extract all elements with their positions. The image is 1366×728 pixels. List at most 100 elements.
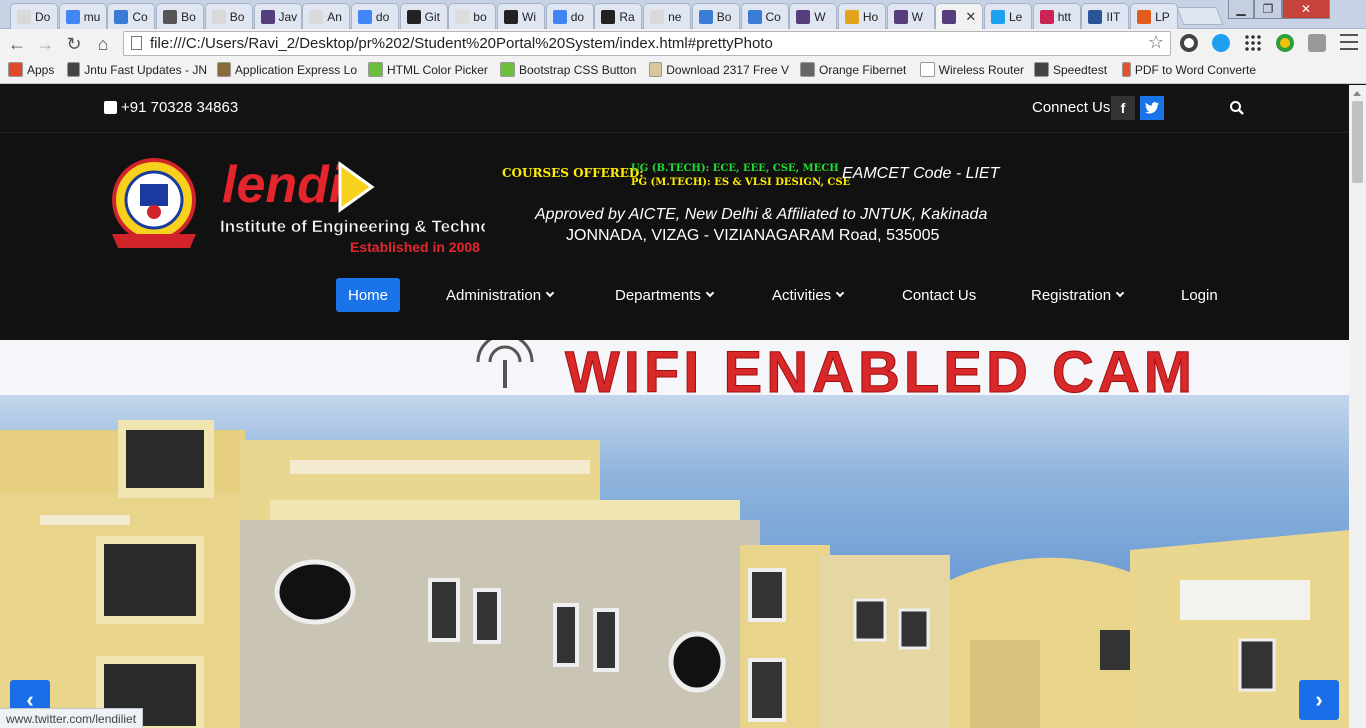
skype-extension-icon[interactable]: [1212, 34, 1230, 52]
bookmark-item[interactable]: Jntu Fast Updates - JN: [67, 62, 207, 77]
apps-grid-icon[interactable]: [1244, 34, 1262, 52]
bookmark-item[interactable]: HTML Color Picker: [368, 62, 488, 77]
nav-item-contact-us[interactable]: Contact Us: [902, 278, 976, 312]
bookmark-label: Bootstrap CSS Button: [519, 62, 637, 77]
address-url: file:///C:/Users/Ravi_2/Desktop/pr%202/S…: [150, 35, 773, 52]
browser-tab[interactable]: Ho: [837, 3, 886, 29]
opera-extension-icon[interactable]: [1180, 34, 1198, 52]
tab-favicon-icon: [455, 9, 470, 24]
search-icon[interactable]: [1229, 100, 1245, 116]
bookmark-label: Wireless Router: [938, 62, 1024, 77]
tab-title: Bo: [716, 9, 732, 24]
browser-tab[interactable]: Do: [10, 3, 58, 29]
home-button[interactable]: ⌂: [90, 32, 116, 56]
tab-title: Git: [424, 9, 440, 24]
nav-item-login[interactable]: Login: [1181, 278, 1218, 312]
browser-tab[interactable]: Le: [984, 3, 1032, 29]
bookmark-item[interactable]: Application Express Lo: [217, 62, 357, 77]
browser-tab[interactable]: Bo: [156, 3, 205, 29]
nav-label: Registration: [1031, 286, 1112, 304]
new-tab-button[interactable]: [1176, 7, 1224, 25]
chevron-down-icon: [705, 288, 715, 298]
bookmark-item[interactable]: Bootstrap CSS Button: [500, 62, 636, 77]
tab-title: ne: [668, 9, 682, 24]
browser-tab[interactable]: Co: [740, 3, 789, 29]
nav-label: Login: [1181, 286, 1218, 304]
bookmark-item[interactable]: PDF to Word Converte: [1122, 62, 1256, 77]
minimize-button[interactable]: ▁: [1228, 0, 1254, 19]
browser-tab[interactable]: mu: [58, 3, 107, 29]
page-scrollbar[interactable]: [1349, 85, 1366, 728]
bookmark-item[interactable]: Wireless Router: [920, 62, 1024, 77]
tab-favicon-icon: [844, 9, 859, 24]
back-button[interactable]: ←: [4, 32, 30, 56]
chevron-down-icon: [835, 288, 845, 298]
bookmark-item[interactable]: Download 2317 Free V: [649, 62, 789, 77]
tab-favicon-icon: [747, 9, 762, 24]
browser-tab[interactable]: Jav: [253, 3, 302, 29]
bookmarks-bar: Apps Jntu Fast Updates - JN Application Ex…: [0, 58, 1366, 84]
browser-tab[interactable]: bo: [448, 3, 497, 29]
browser-tab[interactable]: do: [350, 3, 399, 29]
browser-tab[interactable]: do: [545, 3, 594, 29]
bookmark-item[interactable]: Orange Fibernet: [800, 62, 906, 77]
browser-tab[interactable]: ne: [643, 3, 692, 29]
page-icon: [131, 36, 142, 50]
tab-title: An: [327, 9, 342, 24]
nav-item-home[interactable]: Home: [336, 278, 401, 312]
twitter-icon[interactable]: [1140, 96, 1164, 120]
address-bar[interactable]: file:///C:/Users/Ravi_2/Desktop/pr%202/S…: [123, 31, 1171, 56]
tab-title: Do: [35, 9, 51, 24]
tab-favicon-icon: [406, 9, 421, 24]
scroll-up-arrow[interactable]: [1353, 91, 1361, 96]
nav-item-administration[interactable]: Administration: [446, 278, 555, 312]
bookmark-item[interactable]: Speedtest: [1034, 62, 1107, 77]
tab-favicon-icon: [163, 9, 178, 24]
browser-tab[interactable]: Git: [399, 3, 448, 29]
tab-title: mu: [83, 9, 101, 24]
gray-extension-icon[interactable]: [1308, 34, 1326, 52]
bookmark-label: Application Express Lo: [234, 62, 357, 77]
forward-button[interactable]: →: [32, 32, 58, 56]
bookmark-favicon-icon: [920, 62, 935, 77]
close-window-button[interactable]: ✕: [1282, 0, 1330, 19]
nav-item-registration[interactable]: Registration: [1031, 278, 1125, 312]
page-viewport: +91 70328 34863 Connect Us f lendi Insti…: [0, 85, 1349, 728]
maximize-button[interactable]: ❐: [1254, 0, 1282, 19]
facebook-icon[interactable]: f: [1111, 96, 1135, 120]
browser-tab[interactable]: W: [789, 3, 838, 29]
browser-tab[interactable]: LP: [1130, 3, 1179, 29]
browser-tab[interactable]: Wi: [497, 3, 545, 29]
bookmark-label: Orange Fibernet: [819, 62, 907, 77]
browser-tab[interactable]: W: [886, 3, 935, 29]
tab-title: bo: [473, 9, 487, 24]
carousel-next-button[interactable]: ›: [1299, 680, 1339, 720]
tab-title: Le: [1009, 9, 1023, 24]
browser-tab[interactable]: Co: [107, 3, 156, 29]
browser-tab-active[interactable]: ✕: [935, 3, 984, 29]
college-logo[interactable]: lendi Institute of Engineering & Technol…: [110, 152, 485, 262]
bookmark-favicon-icon: [217, 62, 231, 77]
green-extension-icon[interactable]: [1276, 34, 1294, 52]
svg-text:lendi: lendi: [222, 156, 345, 214]
reload-button[interactable]: ↻: [61, 32, 87, 56]
bookmark-star-icon[interactable]: ☆: [1148, 32, 1164, 53]
nav-item-activities[interactable]: Activities: [772, 278, 845, 312]
apps-shortcut[interactable]: Apps: [8, 62, 54, 77]
browser-tab[interactable]: IIT: [1081, 3, 1130, 29]
bookmark-favicon-icon: [1034, 62, 1049, 77]
browser-tab[interactable]: htt: [1032, 3, 1081, 29]
scrollbar-thumb[interactable]: [1352, 101, 1363, 183]
browser-tab[interactable]: An: [302, 3, 351, 29]
nav-item-departments[interactable]: Departments: [615, 278, 715, 312]
browser-tab[interactable]: Bo: [691, 3, 740, 29]
browser-tab[interactable]: Bo: [204, 3, 253, 29]
eamcet-code: EAMCET Code - LIET: [842, 165, 1000, 182]
tab-favicon-icon: [357, 9, 372, 24]
menu-icon[interactable]: [1340, 34, 1358, 52]
tab-favicon-icon: [650, 9, 665, 24]
browser-tab[interactable]: Ra: [594, 3, 643, 29]
close-tab-icon[interactable]: ✕: [965, 9, 976, 25]
tab-favicon-icon: [114, 9, 129, 24]
tab-favicon-icon: [309, 9, 324, 24]
